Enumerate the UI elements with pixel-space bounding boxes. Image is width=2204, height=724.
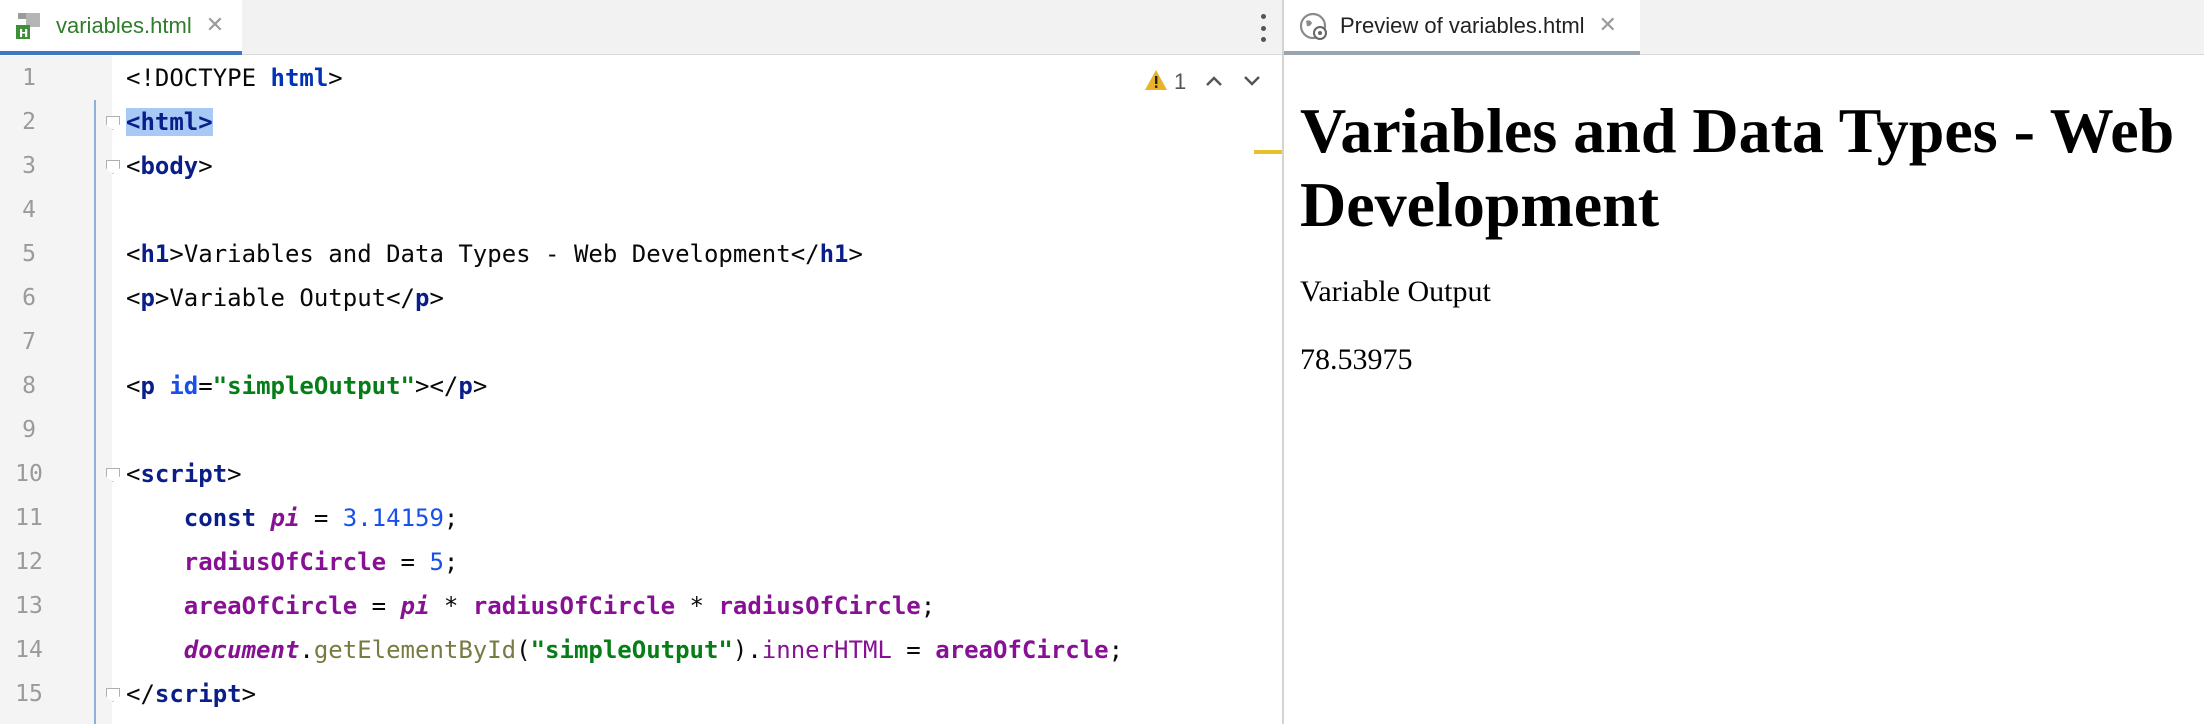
code-line-14: document.getElementById("simpleOutput").… [183,636,1124,664]
indent-guide [94,100,96,724]
warning-icon [1144,69,1168,95]
line-number: 5 [22,241,36,267]
line-number: 13 [15,593,43,619]
preview-heading: Variables and Data Types - Web Developme… [1300,95,2175,240]
line-number: 11 [15,505,43,531]
inspection-widget[interactable]: 1 [1144,62,1262,102]
code-line-3: <body> [126,152,213,180]
preview-pane: Preview of variables.html ✕ Variables an… [1284,0,2204,724]
close-tab-icon[interactable]: ✕ [1599,13,1617,38]
line-number: 14 [15,637,43,663]
code-line-10: <script> [126,460,242,488]
preview-output: 78.53975 [1300,343,1413,376]
code-line-11: const pi = 3.14159; [183,504,459,532]
code-line-5: <h1>Variables and Data Types - Web Devel… [126,240,863,268]
line-number: 3 [22,153,36,179]
line-number: 12 [15,549,43,575]
code-line-1: <!DOCTYPE html> [126,64,343,92]
html-file-icon: H [14,11,44,41]
preview-paragraph: Variable Output [1300,275,1491,308]
tab-variables-html[interactable]: H variables.html ✕ [0,0,242,55]
line-number: 15 [15,681,43,707]
code-line-13: areaOfCircle = pi * radiusOfCircle * rad… [183,592,936,620]
code-line-6: <p>Variable Output</p> [126,284,444,312]
line-number: 8 [22,373,36,399]
editor-pane: H variables.html ✕ 1 2 3 4 5 6 7 8 9 10 … [0,0,1282,724]
preview-document: Variables and Data Types - Web Developme… [1300,56,2180,380]
code-line-12: radiusOfCircle = 5; [183,548,459,576]
line-number: 10 [15,461,43,487]
line-number: 4 [22,197,36,223]
line-number: 6 [22,285,36,311]
line-number: 2 [22,109,36,135]
selected-text: <html> [126,108,213,136]
browser-preview-icon [1298,11,1328,41]
code-line-8: <p id="simpleOutput"></p> [126,372,488,400]
editor-tab-bar: H variables.html ✕ [0,0,1282,55]
chevron-down-icon[interactable] [1242,73,1262,92]
preview-tab-bar: Preview of variables.html ✕ [1284,0,2204,55]
tab-label: Preview of variables.html [1340,12,1585,38]
error-stripe-mark[interactable] [1254,150,1282,154]
chevron-up-icon[interactable] [1204,73,1224,92]
tab-preview[interactable]: Preview of variables.html ✕ [1284,0,1640,55]
more-options-icon[interactable] [1260,14,1266,42]
line-number: 7 [22,329,36,355]
code-line-2: <html> [126,100,213,144]
code-editor[interactable]: <!DOCTYPE html> <html> <body> <h1>Variab… [126,56,1266,724]
warning-count: 1 [1174,69,1187,94]
tab-label: variables.html [56,12,192,38]
line-number: 1 [22,65,36,91]
svg-text:H: H [19,27,28,40]
close-tab-icon[interactable]: ✕ [206,13,224,38]
code-line-15: </script> [126,680,257,708]
line-number: 9 [22,417,36,443]
